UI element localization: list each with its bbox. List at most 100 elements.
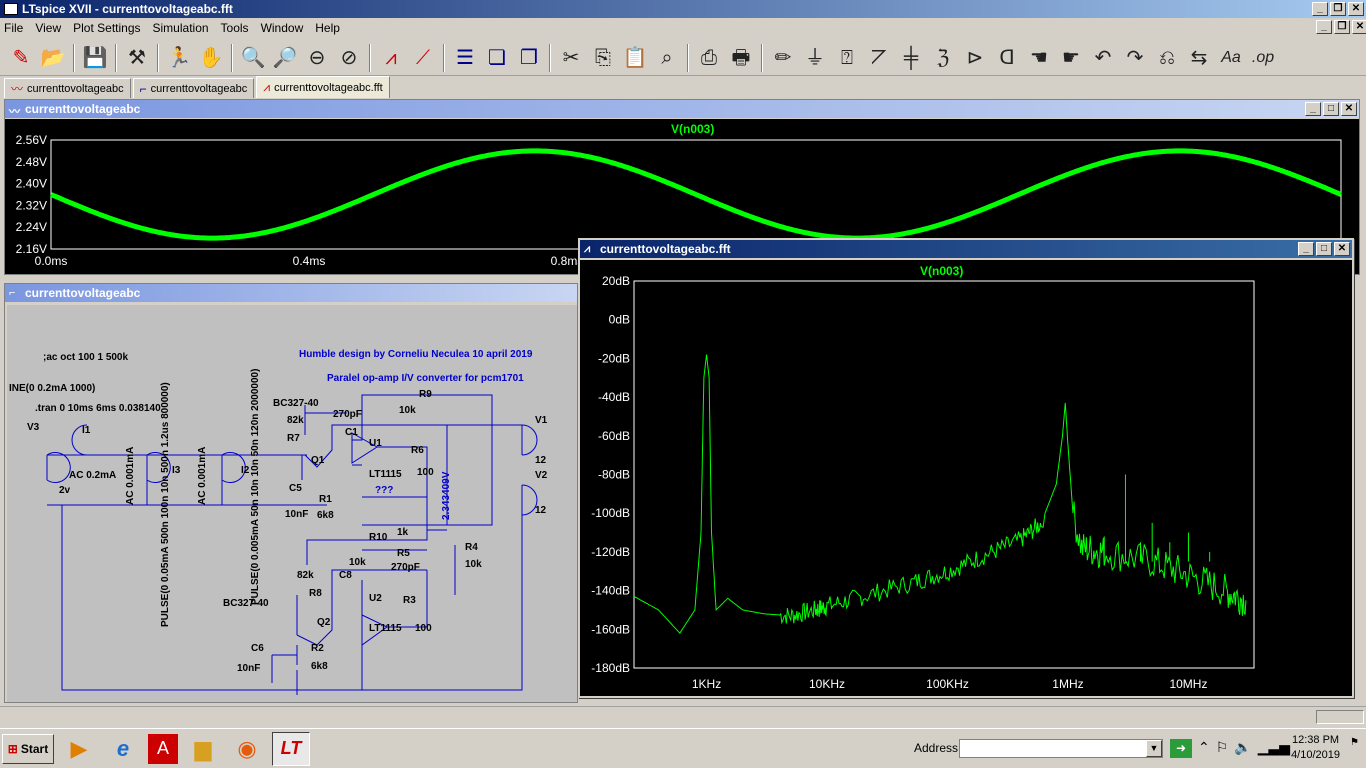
menu-plot-settings[interactable]: Plot Settings — [73, 21, 140, 35]
move-icon[interactable]: ☚ — [1024, 43, 1054, 73]
c5-label: C5 — [289, 483, 302, 494]
y-tick-label: -120dB — [591, 545, 630, 559]
u2-value: LT1115 — [369, 623, 402, 634]
zoom-fit-icon[interactable]: ⊖ — [302, 43, 332, 73]
address-input[interactable] — [959, 739, 1163, 758]
schematic-canvas[interactable]: ;ac oct 100 1 500k INE(0 0.2mA 1000) .tr… — [7, 305, 577, 702]
capacitor-icon[interactable]: ╪ — [896, 43, 926, 73]
diode-icon[interactable]: ⊳ — [960, 43, 990, 73]
x-tick-label: 100KHz — [926, 677, 969, 691]
y-tick-label: 0dB — [609, 313, 630, 327]
design-note[interactable]: Humble design by Corneliu Neculea 10 apr… — [299, 349, 532, 360]
save-icon[interactable]: 💾 — [80, 43, 110, 73]
menu-help[interactable]: Help — [315, 21, 340, 35]
copy-icon[interactable]: ⎘ — [588, 43, 618, 73]
new-schematic-icon[interactable]: ✎ — [6, 43, 36, 73]
notification-flag-icon[interactable]: ⚑ — [1350, 737, 1364, 761]
ground-icon[interactable]: ⏚ — [800, 43, 830, 73]
cut-icon[interactable]: ✂ — [556, 43, 586, 73]
text-icon[interactable]: Aa — [1216, 43, 1246, 73]
tile-horizontal-icon[interactable]: ☰ — [450, 43, 480, 73]
acrobat-icon[interactable]: A — [148, 733, 178, 764]
y-tick-label: -100dB — [591, 506, 630, 520]
fft-maximize-button[interactable]: □ — [1316, 242, 1332, 256]
zoom-in-icon[interactable]: 🔍 — [238, 43, 268, 73]
directive-ac[interactable]: ;ac oct 100 1 500k — [43, 352, 128, 363]
redo-icon[interactable]: ↷ — [1120, 43, 1150, 73]
fft-plot[interactable]: V(n003) 20dB 0dB -20dB -40dB -60dB -80dB -100d… — [580, 260, 1352, 696]
run-icon[interactable]: 🏃 — [164, 43, 194, 73]
spice-directive-icon[interactable]: .op — [1248, 43, 1278, 73]
media-player-icon[interactable]: ▶ — [60, 732, 98, 766]
close-button[interactable]: ✕ — [1348, 2, 1364, 16]
component-icon[interactable]: ᗡ — [992, 43, 1022, 73]
y-tick-label: 20dB — [602, 274, 630, 288]
resistor-icon[interactable]: ⦢ — [864, 43, 894, 73]
schematic-window-title: currenttovoltageabc — [25, 286, 141, 300]
internet-explorer-icon[interactable]: e — [104, 732, 142, 766]
mdi-minimize-button[interactable]: _ — [1316, 20, 1332, 34]
folder-icon[interactable]: ▆ — [184, 732, 222, 766]
menu-tools[interactable]: Tools — [221, 21, 249, 35]
autorange-icon[interactable]: ⩘ — [376, 43, 406, 73]
flag-icon[interactable]: ⚐ — [1216, 739, 1229, 756]
drag-icon[interactable]: ☛ — [1056, 43, 1086, 73]
tile-vertical-icon[interactable]: ❐ — [514, 43, 544, 73]
tab-waveform[interactable]: 〰 currenttovoltageabc — [4, 78, 131, 98]
network-icon[interactable]: ▁▃▅ — [1258, 739, 1290, 756]
undo-icon[interactable]: ↶ — [1088, 43, 1118, 73]
menu-bar: File View Plot Settings Simulation Tools… — [0, 18, 1366, 38]
fft-icon: ⩘ — [584, 243, 591, 255]
menu-file[interactable]: File — [4, 21, 23, 35]
menu-view[interactable]: View — [35, 21, 61, 35]
clock-time: 12:38 PM — [1291, 734, 1340, 746]
directive-sine[interactable]: INE(0 0.2mA 1000) — [9, 383, 95, 394]
wire-icon[interactable]: ✏ — [768, 43, 798, 73]
start-button[interactable]: ⊞ Start — [2, 733, 54, 764]
ltspice-icon[interactable]: LT — [272, 731, 310, 766]
volume-icon[interactable]: 🔈 — [1234, 739, 1251, 756]
print-icon[interactable]: ⎙ — [694, 43, 724, 73]
transient-maximize-button[interactable]: □ — [1323, 102, 1339, 116]
find-icon[interactable]: ⌕ — [652, 43, 682, 73]
rotate-icon[interactable]: ⎌ — [1152, 43, 1182, 73]
address-dropdown-icon[interactable]: ▼ — [1146, 740, 1162, 757]
r2-value: 6k8 — [311, 661, 328, 672]
directive-tran[interactable]: .tran 0 10ms 6ms 0.038140 — [35, 403, 161, 414]
x-tick-label: 0.4ms — [293, 254, 326, 268]
fft-window: ⩘ currenttovoltageabc.fft _ □ ✕ V(n003) … — [578, 238, 1354, 698]
system-clock[interactable]: 12:38 PM 4/10/2019 — [1291, 733, 1340, 763]
transient-close-button[interactable]: ✕ — [1341, 102, 1357, 116]
v2-value: 12 — [535, 505, 547, 516]
inductor-icon[interactable]: ℨ — [928, 43, 958, 73]
cascade-icon[interactable]: ❏ — [482, 43, 512, 73]
tab-schematic[interactable]: ⌐ currenttovoltageabc — [132, 78, 255, 98]
menu-simulation[interactable]: Simulation — [153, 21, 209, 35]
go-icon[interactable]: ➜ — [1170, 739, 1192, 758]
zoom-out-icon[interactable]: 🔎 — [270, 43, 300, 73]
zoom-cancel-icon[interactable]: ⊘ — [334, 43, 364, 73]
open-icon[interactable]: 📂 — [38, 43, 68, 73]
menu-window[interactable]: Window — [261, 21, 304, 35]
firefox-icon[interactable]: ◉ — [228, 732, 266, 766]
label-icon[interactable]: ⍰ — [832, 43, 862, 73]
halt-icon[interactable]: ✋ — [196, 43, 226, 73]
paste-icon[interactable]: 📋 — [620, 43, 650, 73]
restore-button[interactable]: ❐ — [1330, 2, 1346, 16]
cursor-icon[interactable]: ⟋ — [408, 43, 438, 73]
transient-minimize-button[interactable]: _ — [1305, 102, 1321, 116]
tab-fft[interactable]: ⩘ currenttovoltageabc.fft — [256, 76, 390, 98]
show-hidden-icons-icon[interactable]: ⌃ — [1198, 739, 1210, 756]
fft-close-button[interactable]: ✕ — [1334, 242, 1350, 256]
mdi-close-button[interactable]: ✕ — [1352, 20, 1366, 34]
minimize-button[interactable]: _ — [1312, 2, 1328, 16]
i2-pulse: PULSE(0 0.005mA 50n 10n 10n 50n 120n 200… — [250, 368, 261, 605]
mdi-restore-button[interactable]: ❐ — [1334, 20, 1350, 34]
r6-label: R6 — [411, 445, 424, 456]
converter-note[interactable]: Paralel op-amp I/V converter for pcm1701 — [327, 373, 524, 384]
print-setup-icon[interactable]: 🖶 — [726, 43, 756, 73]
fft-minimize-button[interactable]: _ — [1298, 242, 1314, 256]
mirror-icon[interactable]: ⇆ — [1184, 43, 1214, 73]
c6-label: C6 — [251, 643, 264, 654]
control-panel-icon[interactable]: ⚒ — [122, 43, 152, 73]
